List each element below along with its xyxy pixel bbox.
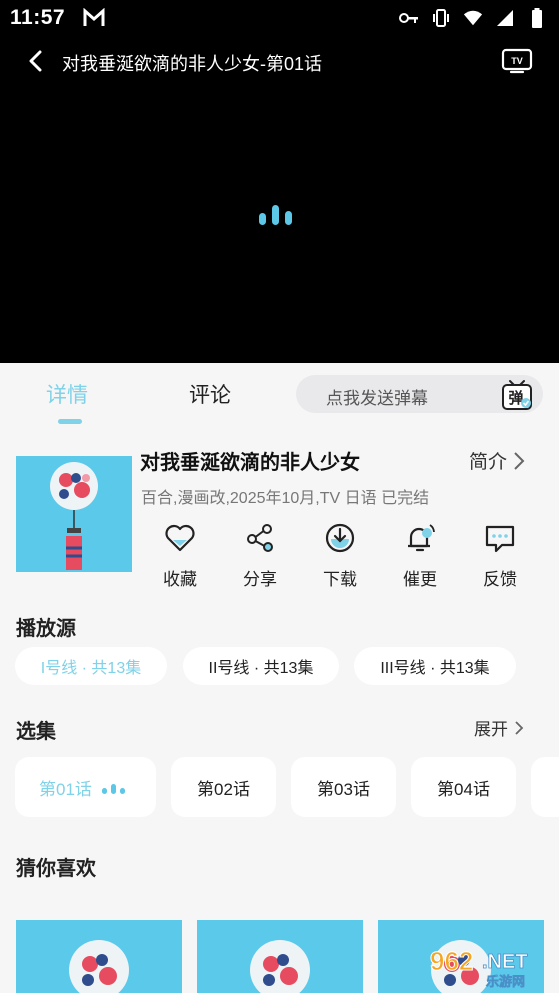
download-button[interactable]: 下载 [300,521,380,591]
source-chip-2[interactable]: II号线 · 共13集 [183,647,339,685]
episode-chip-3[interactable]: 第03话 [291,757,396,817]
feedback-label: 反馈 [483,570,517,589]
episode-label: 第02话 [197,779,250,799]
loading-indicator [259,203,301,225]
source-chip-label: I号线 · 共13集 [40,660,142,677]
player-title-bar: 对我垂涎欲滴的非人少女-第01话 TV [0,40,559,82]
active-tab-indicator [58,419,82,424]
video-title: 对我垂涎欲滴的非人少女-第01话 [62,54,323,74]
source-chip-label: II号线 · 共13集 [208,660,314,677]
status-time: 11:57 [10,6,66,29]
loading-bar [272,205,279,225]
episode-chip-4[interactable]: 第04话 [411,757,516,817]
svg-text:TV: TV [511,56,523,66]
episode-chip-5[interactable] [531,757,559,817]
bell-icon [408,524,435,552]
tv-cast-icon[interactable]: TV [501,46,533,74]
key-icon [399,8,419,28]
battery-icon [527,8,547,28]
wifi-icon [463,8,483,28]
back-arrow-icon[interactable] [22,48,48,74]
expand-label: 展开 [474,720,508,739]
wind-chime-illustration [250,940,310,993]
intro-link[interactable]: 简介 [469,447,525,474]
urge-update-button[interactable]: 催更 [380,521,460,591]
gmail-icon [83,8,105,26]
source-chip-1[interactable]: I号线 · 共13集 [15,647,167,685]
episode-label: 第04话 [437,779,490,799]
tab-comments[interactable]: 评论 [189,379,231,409]
status-bar: 11:57 [0,0,559,36]
action-bar: 收藏 分享 下载 催更 反馈 [140,521,550,591]
recommend-card[interactable] [16,920,182,993]
tab-bar: 详情 评论 点我发送弹幕 弹 [0,363,559,425]
urge-update-label: 催更 [403,570,437,589]
svg-text:962: 962 [430,946,473,976]
download-label: 下载 [323,570,357,589]
favorite-label: 收藏 [163,570,197,589]
watermark-logo: 962 .NET 乐游网 [430,946,528,991]
recommend-card[interactable] [197,920,363,993]
source-chip-label: III号线 · 共13集 [380,660,490,677]
wind-chime-illustration [69,940,129,993]
details-panel: 详情 评论 点我发送弹幕 弹 对我垂涎欲滴的非人少女 简介 百合,漫画改,202… [0,363,559,993]
episode-label: 第03话 [317,779,370,799]
anime-meta: 百合,漫画改,2025年10月,TV 日语 已完结 [141,490,430,507]
episode-chip-2[interactable]: 第02话 [171,757,276,817]
share-label: 分享 [243,570,277,589]
anime-cover[interactable] [16,456,132,572]
tab-details[interactable]: 详情 [46,379,88,409]
vibrate-icon [431,8,451,28]
loading-bar [285,211,292,225]
danmaku-input[interactable]: 点我发送弹幕 弹 [296,375,543,413]
anime-title: 对我垂涎欲滴的非人少女 [140,452,360,474]
episode-chip-1[interactable]: 第01话 [15,757,156,817]
download-icon [325,523,355,553]
svg-text:乐游网: 乐游网 [486,974,525,990]
now-playing-icon [101,780,125,794]
video-player[interactable]: 11:57 对我垂涎欲滴的非人少女-第01话 TV [0,0,559,363]
signal-icon [495,8,515,28]
loading-bar [259,213,266,225]
intro-label: 简介 [469,452,508,473]
sources-heading: 播放源 [16,618,76,640]
svg-text:.NET: .NET [482,951,528,973]
wind-chime-illustration [50,462,98,570]
expand-episodes-button[interactable]: 展开 [474,715,524,740]
share-icon [247,524,273,552]
chevron-right-icon [514,451,525,470]
episodes-heading: 选集 [16,721,56,743]
favorite-button[interactable]: 收藏 [140,521,220,591]
feedback-button[interactable]: 反馈 [460,521,540,591]
danmaku-toggle-icon[interactable]: 弹 [499,376,535,412]
danmaku-placeholder: 点我发送弹幕 [326,389,428,408]
feedback-icon [485,525,515,553]
heart-icon [165,524,195,552]
source-chip-3[interactable]: III号线 · 共13集 [354,647,516,685]
episode-label: 第01话 [39,779,92,799]
chevron-right-icon [515,720,524,735]
recommend-heading: 猜你喜欢 [16,858,96,880]
share-button[interactable]: 分享 [220,521,300,591]
